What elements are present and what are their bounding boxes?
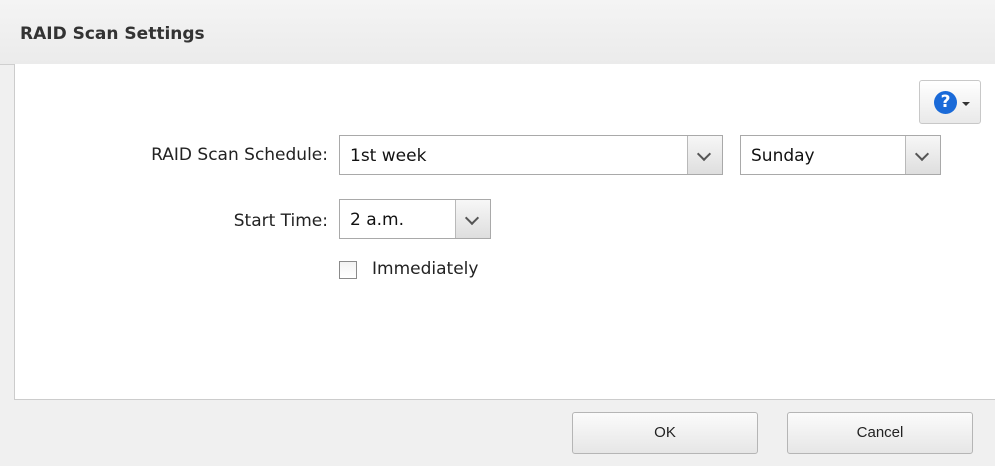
schedule-day-dropdown-toggle[interactable] — [905, 136, 940, 174]
chevron-down-icon — [696, 146, 712, 162]
schedule-day-value: Sunday — [751, 146, 815, 166]
cancel-button[interactable]: Cancel — [787, 412, 973, 454]
raid-scan-settings-dialog: RAID Scan Settings ? RAID Scan Schedule:… — [0, 0, 995, 466]
schedule-week-value: 1st week — [350, 146, 427, 166]
chevron-down-icon — [914, 146, 930, 162]
start-time-select[interactable]: 2 a.m. — [339, 199, 491, 239]
settings-panel — [14, 64, 995, 400]
start-time-value: 2 a.m. — [350, 210, 405, 230]
schedule-day-select[interactable]: Sunday — [740, 135, 941, 175]
immediately-checkbox[interactable] — [339, 261, 357, 279]
ok-button[interactable]: OK — [572, 412, 758, 454]
help-menu-button[interactable]: ? — [919, 80, 981, 124]
schedule-week-dropdown-toggle[interactable] — [687, 136, 722, 174]
immediately-label[interactable]: Immediately — [372, 259, 478, 279]
dialog-titlebar: RAID Scan Settings — [0, 0, 995, 65]
help-icon: ? — [934, 91, 957, 114]
caret-down-icon — [962, 102, 970, 106]
start-time-label: Start Time: — [233, 211, 328, 231]
start-time-dropdown-toggle[interactable] — [455, 200, 490, 238]
chevron-down-icon — [464, 210, 480, 226]
schedule-week-select[interactable]: 1st week — [339, 135, 723, 175]
dialog-title: RAID Scan Settings — [20, 24, 205, 44]
schedule-label: RAID Scan Schedule: — [151, 145, 328, 165]
